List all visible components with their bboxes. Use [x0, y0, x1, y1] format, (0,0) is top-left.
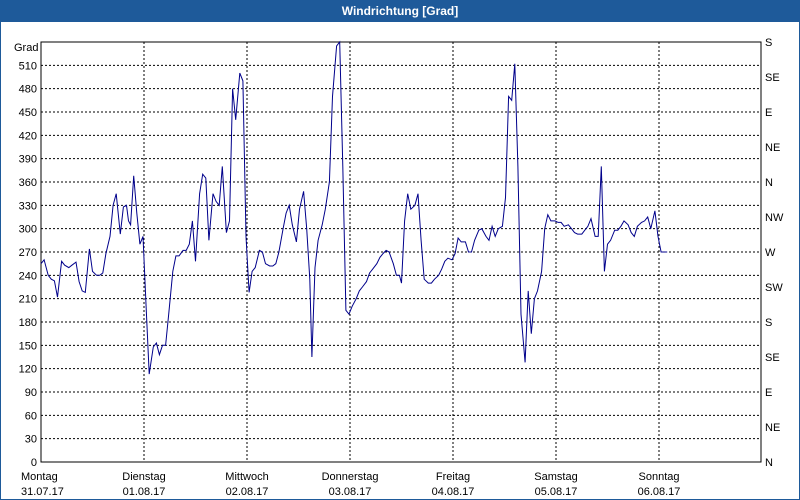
- x-tick-date: 01.08.17: [123, 486, 166, 498]
- y-tick-label: 330: [19, 200, 37, 212]
- y-right-tick-label: SE: [765, 352, 780, 364]
- x-tick-day: Mittwoch: [225, 471, 268, 483]
- axis-labels: 0 30 60 90 120 150 180 210 240 270 300 330 360 390 420…: [14, 37, 784, 498]
- y-tick-label: 150: [19, 340, 37, 352]
- y-tick-label: 510: [19, 60, 37, 72]
- y-right-tick-label: W: [765, 247, 776, 259]
- y-axis-label: Grad: [14, 42, 38, 54]
- x-tick-day: Dienstag: [122, 471, 165, 483]
- y-right-tick-label: S: [765, 317, 772, 329]
- x-tick-date: 06.08.17: [638, 486, 681, 498]
- y-tick-label: 420: [19, 130, 37, 142]
- y-tick-label: 30: [25, 434, 37, 446]
- y-tick-label: 450: [19, 107, 37, 119]
- y-tick-label: 360: [19, 177, 37, 189]
- y-right-tick-label: NE: [765, 142, 780, 154]
- x-tick-day: Montag: [21, 471, 58, 483]
- line-chart: 0 30 60 90 120 150 180 210 240 270 300 330 360 390 420…: [14, 37, 784, 498]
- y-tick-label: 390: [19, 154, 37, 166]
- y-tick-label: 60: [25, 410, 37, 422]
- y-tick-label: 210: [19, 294, 37, 306]
- x-tick-date: 04.08.17: [432, 486, 475, 498]
- y-right-tick-label: NW: [765, 212, 784, 224]
- x-tick-date: 03.08.17: [329, 486, 372, 498]
- x-tick-date: 02.08.17: [226, 486, 269, 498]
- x-tick-day: Donnerstag: [322, 471, 379, 483]
- y-right-tick-label: NE: [765, 422, 780, 434]
- x-tick-day: Sonntag: [639, 471, 680, 483]
- y-tick-label: 480: [19, 84, 37, 96]
- y-tick-label: 300: [19, 224, 37, 236]
- x-tick-date: 31.07.17: [21, 486, 64, 498]
- y-tick-label: 90: [25, 387, 37, 399]
- y-tick-label: 270: [19, 247, 37, 259]
- y-tick-label: 0: [31, 457, 37, 469]
- y-right-tick-label: E: [765, 107, 772, 119]
- x-tick-day: Samstag: [534, 471, 577, 483]
- y-tick-label: 180: [19, 317, 37, 329]
- y-right-tick-label: SE: [765, 72, 780, 84]
- x-tick-date: 05.08.17: [535, 486, 578, 498]
- y-right-tick-label: SW: [765, 282, 783, 294]
- x-tick-day: Freitag: [436, 471, 470, 483]
- chart-window: Windrichtung [Grad] 0 30 60 90 120 150 180 210 2…: [0, 0, 800, 500]
- y-right-tick-label: N: [765, 457, 773, 469]
- series-line-windrichtung: [40, 40, 668, 375]
- grid: [41, 42, 761, 462]
- y-right-tick-label: S: [765, 37, 772, 49]
- y-right-tick-label: N: [765, 177, 773, 189]
- y-right-tick-label: E: [765, 387, 772, 399]
- y-tick-label: 120: [19, 364, 37, 376]
- y-tick-label: 240: [19, 270, 37, 282]
